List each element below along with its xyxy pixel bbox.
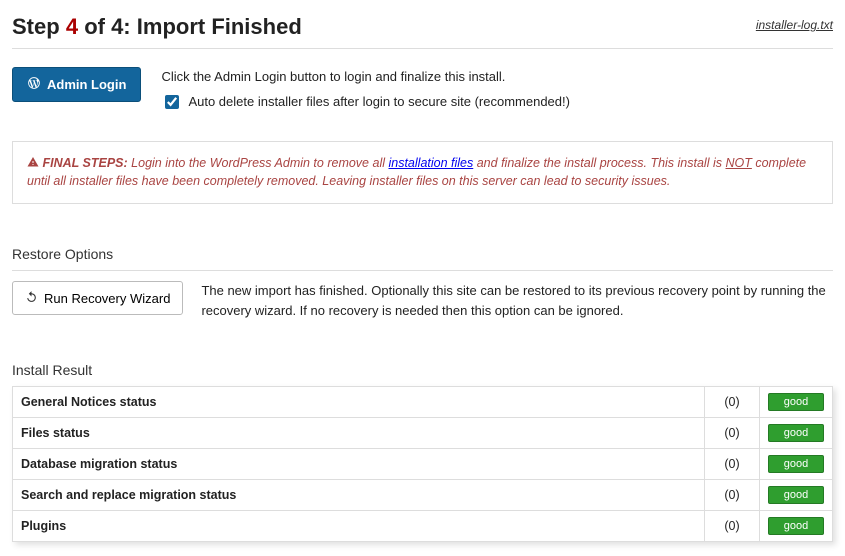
install-result-table: General Notices status(0)goodFiles statu… [12, 386, 833, 542]
result-label: Files status [13, 418, 705, 449]
login-instruction: Click the Admin Login button to login an… [161, 67, 570, 88]
restore-section: Run Recovery Wizard The new import has f… [12, 270, 833, 320]
installation-files-link[interactable]: installation files [388, 156, 473, 170]
auto-delete-label: Auto delete installer files after login … [188, 92, 570, 113]
result-count: (0) [705, 480, 760, 511]
table-row: Search and replace migration status(0) go… [13, 480, 833, 511]
status-badge: good [768, 486, 824, 504]
table-row: General Notices status(0) good [13, 387, 833, 418]
step-title: Import Finished [137, 14, 302, 39]
status-badge: good [768, 517, 824, 535]
install-result-heading: Install Result [12, 362, 833, 378]
warning-icon [27, 156, 42, 170]
table-row: Database migration status(0) good [13, 449, 833, 480]
result-label: Search and replace migration status [13, 480, 705, 511]
result-badge-cell: good [760, 387, 833, 418]
result-label: General Notices status [13, 387, 705, 418]
restore-description: The new import has finished. Optionally … [201, 281, 833, 320]
restore-heading: Restore Options [12, 246, 833, 262]
result-badge-cell: good [760, 449, 833, 480]
wordpress-icon [27, 76, 41, 93]
step-number: 4 [66, 14, 78, 39]
result-count: (0) [705, 449, 760, 480]
table-row: Plugins(0) good [13, 511, 833, 542]
final-steps-warning: FINAL STEPS: Login into the WordPress Ad… [12, 141, 833, 205]
table-row: Files status(0) good [13, 418, 833, 449]
result-count: (0) [705, 387, 760, 418]
result-badge-cell: good [760, 480, 833, 511]
result-badge-cell: good [760, 418, 833, 449]
auto-delete-row[interactable]: Auto delete installer files after login … [161, 92, 570, 113]
step-prefix: Step [12, 14, 60, 39]
undo-icon [25, 290, 38, 306]
result-label: Plugins [13, 511, 705, 542]
installer-log-link[interactable]: installer-log.txt [756, 14, 833, 32]
auto-delete-checkbox[interactable] [165, 95, 179, 109]
run-recovery-label: Run Recovery Wizard [44, 291, 170, 306]
admin-login-button[interactable]: Admin Login [12, 67, 141, 102]
result-badge-cell: good [760, 511, 833, 542]
status-badge: good [768, 424, 824, 442]
step-of: of 4: [84, 14, 130, 39]
warning-text-2: and finalize the install process. This i… [477, 156, 722, 170]
status-badge: good [768, 455, 824, 473]
page-title: Step 4 of 4: Import Finished [12, 14, 302, 40]
status-badge: good [768, 393, 824, 411]
result-count: (0) [705, 511, 760, 542]
result-count: (0) [705, 418, 760, 449]
warning-not: NOT [725, 156, 751, 170]
admin-login-label: Admin Login [47, 77, 126, 92]
result-label: Database migration status [13, 449, 705, 480]
login-section: Admin Login Click the Admin Login button… [12, 67, 833, 113]
run-recovery-button[interactable]: Run Recovery Wizard [12, 281, 183, 315]
warning-title: FINAL STEPS: [42, 156, 127, 170]
warning-text-1: Login into the WordPress Admin to remove… [131, 156, 385, 170]
page-header: Step 4 of 4: Import Finished installer-l… [12, 14, 833, 49]
